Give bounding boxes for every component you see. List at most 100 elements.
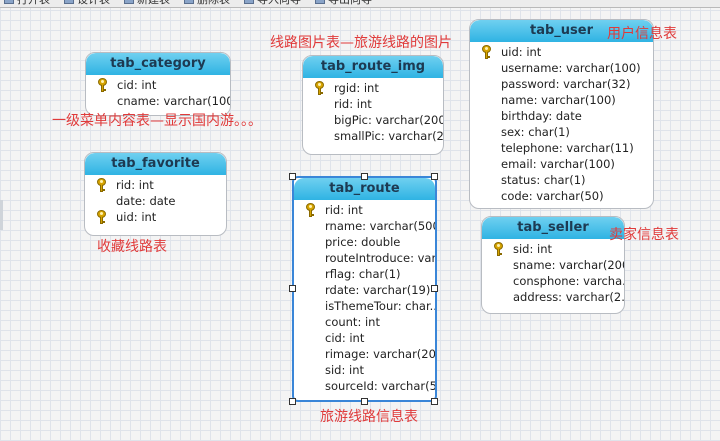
field-label: sid: int: [325, 363, 365, 377]
open-table-icon: [4, 0, 14, 4]
field-label: status: char(1): [501, 173, 586, 187]
resize-handle[interactable]: [431, 398, 438, 405]
toolbar-button-label: 设计表: [77, 0, 110, 5]
table-field[interactable]: cid: int: [294, 330, 435, 346]
field-label: price: double: [325, 235, 401, 249]
table-tab-favorite[interactable]: tab_favorite rid: int date: date uid: int: [84, 152, 227, 236]
table-tab-category[interactable]: tab_category cid: int cname: varchar(100): [85, 52, 231, 116]
table-field[interactable]: name: varchar(100): [470, 92, 653, 108]
field-label: password: varchar(32): [501, 77, 631, 91]
import-wizard-icon: [244, 0, 254, 4]
table-tab-route[interactable]: tab_route rid: int rname: varchar(500) pri…: [292, 176, 437, 402]
toolbar-button-label: 导入向导: [257, 0, 301, 5]
table-field[interactable]: username: varchar(100): [470, 60, 653, 76]
field-label: count: int: [325, 315, 380, 329]
table-field[interactable]: sex: char(1): [470, 124, 653, 140]
table-field[interactable]: rimage: varchar(20...: [294, 346, 435, 362]
table-field[interactable]: rid: int: [85, 177, 226, 193]
note-route-img: 线路图片表—旅游线路的图片: [270, 35, 452, 51]
table-field[interactable]: sid: int: [294, 362, 435, 378]
table-field[interactable]: isThemeTour: char...: [294, 298, 435, 314]
table-field[interactable]: sid: int: [482, 241, 624, 257]
delete-table-icon: [184, 0, 194, 4]
field-label: rname: varchar(500): [325, 219, 435, 233]
table-field[interactable]: bigPic: varchar(200): [303, 112, 443, 128]
table-field[interactable]: rdate: varchar(19): [294, 282, 435, 298]
toolbar-button-label: 删除表: [197, 0, 230, 5]
export-wizard-icon: [315, 0, 325, 4]
field-label: consphone: varcha...: [513, 274, 624, 288]
scrollbar[interactable]: [0, 200, 3, 230]
table-field[interactable]: rname: varchar(500): [294, 218, 435, 234]
table-field[interactable]: status: char(1): [470, 172, 653, 188]
table-field[interactable]: date: date: [85, 193, 226, 209]
table-field[interactable]: address: varchar(2...: [482, 289, 624, 305]
primary-key-icon: [97, 178, 106, 192]
table-tab-seller[interactable]: tab_seller sid: int sname: varchar(200) co…: [481, 216, 625, 314]
resize-handle[interactable]: [431, 173, 438, 180]
primary-key-icon: [306, 203, 315, 217]
table-field[interactable]: rgid: int: [303, 80, 443, 96]
note-route: 旅游线路信息表: [320, 409, 418, 425]
field-label: isThemeTour: char...: [325, 299, 435, 313]
primary-key-icon: [98, 78, 107, 92]
field-label: cname: varchar(100): [117, 94, 230, 108]
resize-handle[interactable]: [289, 398, 296, 405]
table-field[interactable]: code: varchar(50): [470, 188, 653, 204]
field-label: date: date: [116, 194, 176, 208]
field-label: sex: char(1): [501, 125, 570, 139]
field-label: name: varchar(100): [501, 93, 616, 107]
table-tab-user[interactable]: tab_user uid: int username: varchar(100) p…: [469, 19, 654, 209]
field-label: sourceId: varchar(5...: [325, 379, 435, 393]
table-field[interactable]: routeIntroduce: var...: [294, 250, 435, 266]
resize-handle[interactable]: [361, 398, 368, 405]
resize-handle[interactable]: [289, 285, 296, 292]
table-field[interactable]: rid: int: [294, 202, 435, 218]
primary-key-icon: [482, 45, 491, 59]
resize-handle[interactable]: [361, 173, 368, 180]
toolbar-button[interactable]: 删除表: [184, 0, 230, 5]
table-tab-route-img[interactable]: tab_route_img rgid: int rid: int bigPic: v…: [302, 55, 444, 155]
field-label: address: varchar(2...: [513, 290, 624, 304]
table-field[interactable]: telephone: varchar(11): [470, 140, 653, 156]
toolbar-button-label: 导出向导: [328, 0, 372, 5]
table-field[interactable]: price: double: [294, 234, 435, 250]
table-field[interactable]: uid: int: [470, 44, 653, 60]
toolbar: 打开表 设计表 新建表 删除表 导入向导 导出向导: [0, 0, 720, 8]
field-label: rid: int: [334, 97, 372, 111]
toolbar-button[interactable]: 打开表: [4, 0, 50, 5]
table-field[interactable]: rid: int: [303, 96, 443, 112]
table-field[interactable]: rflag: char(1): [294, 266, 435, 282]
table-field[interactable]: email: varchar(100): [470, 156, 653, 172]
table-field[interactable]: sname: varchar(200): [482, 257, 624, 273]
field-label: uid: int: [116, 210, 157, 224]
table-field[interactable]: cname: varchar(100): [86, 93, 230, 109]
table-field[interactable]: cid: int: [86, 77, 230, 93]
field-label: smallPic: varchar(2...: [334, 129, 443, 143]
toolbar-button[interactable]: 设计表: [64, 0, 110, 5]
field-label: rimage: varchar(20...: [325, 347, 435, 361]
table-field[interactable]: password: varchar(32): [470, 76, 653, 92]
field-label: email: varchar(100): [501, 157, 615, 171]
toolbar-button[interactable]: 导出向导: [315, 0, 372, 5]
note-category: 一级菜单内容表—显示国内游。。。: [52, 113, 262, 129]
table-field[interactable]: uid: int: [85, 209, 226, 225]
table-field[interactable]: count: int: [294, 314, 435, 330]
table-field[interactable]: birthday: date: [470, 108, 653, 124]
table-title: tab_favorite: [85, 153, 226, 175]
table-field[interactable]: sourceId: varchar(5...: [294, 378, 435, 394]
resize-handle[interactable]: [289, 173, 296, 180]
table-title: tab_route: [294, 178, 435, 200]
field-label: routeIntroduce: var...: [325, 251, 435, 265]
toolbar-button[interactable]: 新建表: [124, 0, 170, 5]
field-label: rgid: int: [334, 81, 379, 95]
note-user: 用户信息表: [607, 26, 677, 42]
table-title: tab_seller: [482, 217, 624, 239]
table-field[interactable]: consphone: varcha...: [482, 273, 624, 289]
resize-handle[interactable]: [431, 285, 438, 292]
toolbar-button[interactable]: 导入向导: [244, 0, 301, 5]
note-favorite: 收藏线路表: [97, 239, 167, 255]
field-label: rid: int: [116, 178, 154, 192]
table-field[interactable]: smallPic: varchar(2...: [303, 128, 443, 144]
design-table-icon: [64, 0, 74, 4]
